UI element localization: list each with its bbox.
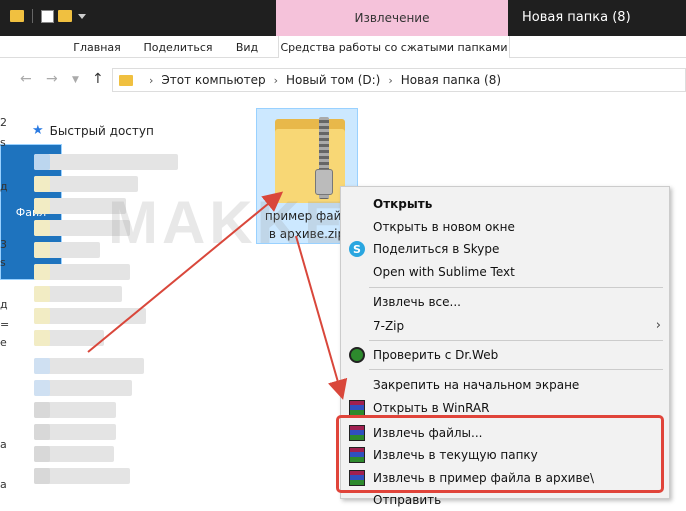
arrow-to-menu	[295, 235, 348, 400]
annotation-arrows	[87, 191, 348, 400]
arrow-to-file	[87, 191, 284, 353]
